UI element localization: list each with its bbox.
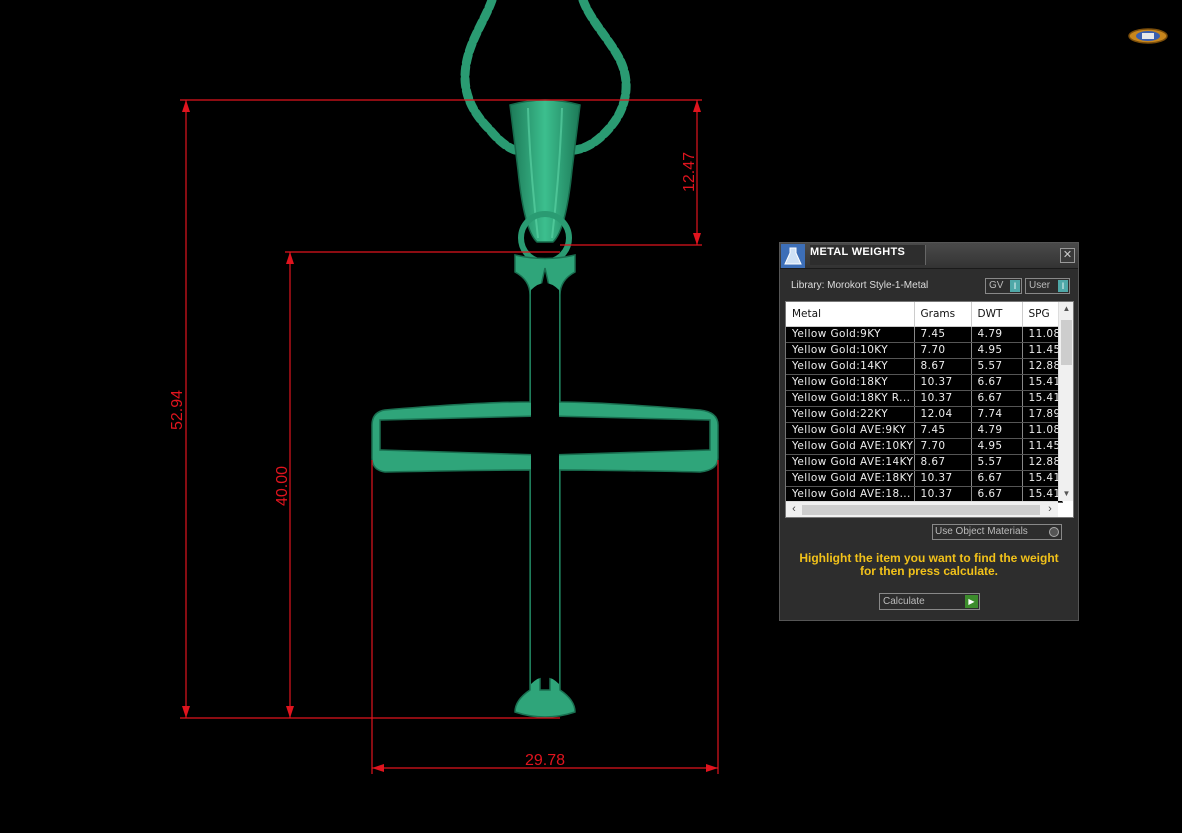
table-row[interactable]: Yellow Gold AVE:18KY 10.37 6.67 15.41 [786,470,1063,487]
metal-table: Metal Grams DWT SPG Yellow Gold:9KY 7.45 4… [786,302,1063,503]
cell-spg: 15.41 [1022,390,1063,407]
instruction-line-2: for then press calculate. [859,564,999,578]
cell-spg: 15.41 [1022,486,1063,503]
cell-grams: 7.70 [914,438,972,455]
metal-table-container[interactable]: Metal Grams DWT SPG Yellow Gold:9KY 7.45 4… [785,301,1074,518]
use-object-materials-toggle[interactable]: Use Object Materials [932,524,1062,540]
table-row[interactable]: Yellow Gold AVE:10KY 7.70 4.95 11.45 [786,438,1063,455]
metal-weights-panel: METAL WEIGHTS ✕ Library: Morokort Style-… [779,242,1079,621]
cell-spg: 12.88 [1022,454,1063,471]
table-row[interactable]: Yellow Gold AVE:18... 10.37 6.67 15.41 [786,486,1063,503]
panel-title: METAL WEIGHTS [810,245,926,265]
column-header-metal[interactable]: Metal [786,302,915,327]
cell-grams: 10.37 [914,374,972,391]
table-row[interactable]: Yellow Gold:22KY 12.04 7.74 17.89 [786,406,1063,423]
cell-metal: Yellow Gold:14KY [786,358,915,375]
play-icon: ▶ [965,595,978,608]
user-toggle[interactable]: User I [1025,278,1070,294]
scroll-right-icon[interactable]: › [1043,502,1057,517]
cell-metal: Yellow Gold AVE:14KY [786,454,915,471]
cell-spg: 17.89 [1022,406,1063,423]
cell-dwt: 4.79 [971,326,1023,343]
toggle-knob-icon: I [1010,280,1020,292]
gv-toggle-label: GV [989,280,1004,291]
bail [509,99,581,265]
cell-metal: Yellow Gold AVE:18KY [786,470,915,487]
cell-metal: Yellow Gold AVE:10KY [786,438,915,455]
cell-spg: 11.45 [1022,438,1063,455]
cell-metal: Yellow Gold:22KY [786,406,915,423]
table-row[interactable]: Yellow Gold:18KY R... 10.37 6.67 15.41 [786,390,1063,407]
cell-spg: 11.08 [1022,326,1063,343]
cell-dwt: 4.95 [971,438,1023,455]
dim-bail-height-label: 12.47 [681,152,698,192]
scrollbar-thumb[interactable] [802,505,1040,515]
scroll-down-icon[interactable]: ▼ [1059,487,1073,501]
instruction-text: Highlight the item you want to find the … [790,552,1068,578]
cell-metal: Yellow Gold AVE:18... [786,486,915,503]
column-header-grams[interactable]: Grams [914,302,972,327]
cell-dwt: 6.67 [971,390,1023,407]
table-row[interactable]: Yellow Gold:10KY 7.70 4.95 11.45 [786,342,1063,359]
cell-dwt: 5.57 [971,358,1023,375]
cell-spg: 12.88 [1022,358,1063,375]
cell-metal: Yellow Gold:18KY R... [786,390,915,407]
scrollbar-thumb[interactable] [1061,320,1072,365]
table-row[interactable]: Yellow Gold:14KY 8.67 5.57 12.88 [786,358,1063,375]
cell-grams: 10.37 [914,486,972,503]
cell-metal: Yellow Gold:18KY [786,374,915,391]
cell-grams: 10.37 [914,390,972,407]
app-logo-icon [1128,28,1168,44]
cell-metal: Yellow Gold:10KY [786,342,915,359]
cell-grams: 10.37 [914,470,972,487]
library-label: Library: Morokort Style-1-Metal [791,280,929,291]
horizontal-scrollbar[interactable]: ‹ › [786,501,1058,517]
cell-grams: 8.67 [914,454,972,471]
toggle-knob-icon: I [1058,280,1068,292]
cell-dwt: 7.74 [971,406,1023,423]
calculate-label: Calculate [883,596,925,607]
radio-icon [1049,527,1059,537]
cell-dwt: 6.67 [971,470,1023,487]
panel-titlebar[interactable]: METAL WEIGHTS ✕ [780,243,1078,269]
cross-pendant [371,254,719,718]
cell-grams: 7.45 [914,422,972,439]
gv-toggle[interactable]: GV I [985,278,1022,294]
column-header-spg[interactable]: SPG [1022,302,1063,327]
scroll-up-icon[interactable]: ▲ [1059,302,1073,316]
cell-spg: 15.41 [1022,374,1063,391]
close-icon[interactable]: ✕ [1060,248,1075,263]
calculate-button[interactable]: Calculate ▶ [879,593,980,610]
cell-dwt: 5.57 [971,454,1023,471]
use-object-materials-label: Use Object Materials [935,526,1028,537]
flask-icon [781,244,805,268]
cell-dwt: 4.95 [971,342,1023,359]
cell-grams: 8.67 [914,358,972,375]
vertical-scrollbar[interactable]: ▲ ▼ [1058,302,1073,501]
cell-spg: 15.41 [1022,470,1063,487]
table-row[interactable]: Yellow Gold:18KY 10.37 6.67 15.41 [786,374,1063,391]
table-row[interactable]: Yellow Gold:9KY 7.45 4.79 11.08 [786,326,1063,343]
scroll-left-icon[interactable]: ‹ [787,502,801,517]
cell-grams: 7.70 [914,342,972,359]
cell-metal: Yellow Gold AVE:9KY [786,422,915,439]
table-header-row: Metal Grams DWT SPG [786,302,1063,327]
cell-metal: Yellow Gold:9KY [786,326,915,343]
table-row[interactable]: Yellow Gold AVE:14KY 8.67 5.57 12.88 [786,454,1063,471]
cell-dwt: 6.67 [971,374,1023,391]
cell-grams: 7.45 [914,326,972,343]
dim-total-height-label: 52.94 [169,390,186,430]
cell-dwt: 4.79 [971,422,1023,439]
cell-dwt: 6.67 [971,486,1023,503]
column-header-dwt[interactable]: DWT [971,302,1023,327]
cell-grams: 12.04 [914,406,972,423]
dim-width-label: 29.78 [525,752,565,769]
user-toggle-label: User [1029,280,1051,291]
table-row[interactable]: Yellow Gold AVE:9KY 7.45 4.79 11.08 [786,422,1063,439]
cell-spg: 11.08 [1022,422,1063,439]
dim-cross-height-label: 40.00 [274,466,291,506]
cell-spg: 11.45 [1022,342,1063,359]
